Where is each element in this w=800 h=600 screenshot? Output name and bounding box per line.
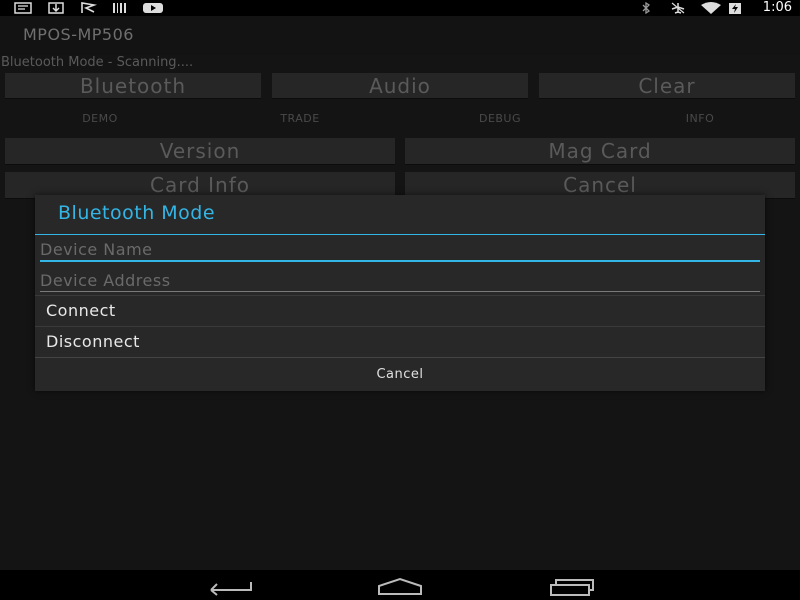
action-bar: MPOS-MP506 — [0, 16, 800, 55]
clear-button[interactable]: Clear — [539, 73, 795, 99]
status-bar: 1:06 — [0, 0, 800, 16]
device-name-underline — [40, 260, 760, 262]
dialog-cancel-button[interactable]: Cancel — [35, 358, 765, 391]
status-text: Bluetooth Mode - Scanning.... — [1, 55, 194, 70]
youtube-icon — [143, 3, 163, 13]
connect-item[interactable]: Connect — [35, 296, 765, 326]
tab-demo[interactable]: DEMO — [0, 112, 200, 125]
airplane-mode-icon — [671, 2, 685, 14]
recent-apps-icon[interactable] — [548, 576, 596, 596]
version-button[interactable]: Version — [5, 138, 395, 165]
bluetooth-button[interactable]: Bluetooth — [5, 73, 261, 99]
back-icon[interactable] — [205, 576, 253, 596]
barcode-icon — [113, 3, 126, 13]
device-address-input[interactable]: Device Address — [40, 271, 760, 290]
flag-icon — [81, 2, 98, 13]
bluetooth-icon — [642, 2, 651, 14]
mag-card-button[interactable]: Mag Card — [405, 138, 795, 165]
bluetooth-mode-dialog: Bluetooth Mode Device Name Device Addres… — [35, 195, 765, 391]
dialog-title: Bluetooth Mode — [58, 202, 216, 224]
battery-charging-icon — [729, 3, 741, 14]
navigation-bar — [0, 570, 800, 600]
disconnect-item[interactable]: Disconnect — [35, 327, 765, 357]
dialog-title-divider — [35, 234, 765, 235]
download-icon — [48, 2, 64, 14]
wifi-icon — [701, 2, 721, 14]
tab-debug[interactable]: DEBUG — [400, 112, 600, 125]
message-icon — [14, 2, 32, 14]
tab-trade[interactable]: TRADE — [200, 112, 400, 125]
app-title: MPOS-MP506 — [23, 25, 134, 44]
home-icon[interactable] — [376, 576, 424, 596]
tab-info[interactable]: INFO — [600, 112, 800, 125]
audio-button[interactable]: Audio — [272, 73, 528, 99]
clock: 1:06 — [762, 0, 792, 15]
device-name-input[interactable]: Device Name — [40, 240, 760, 259]
device-address-underline — [40, 291, 760, 292]
